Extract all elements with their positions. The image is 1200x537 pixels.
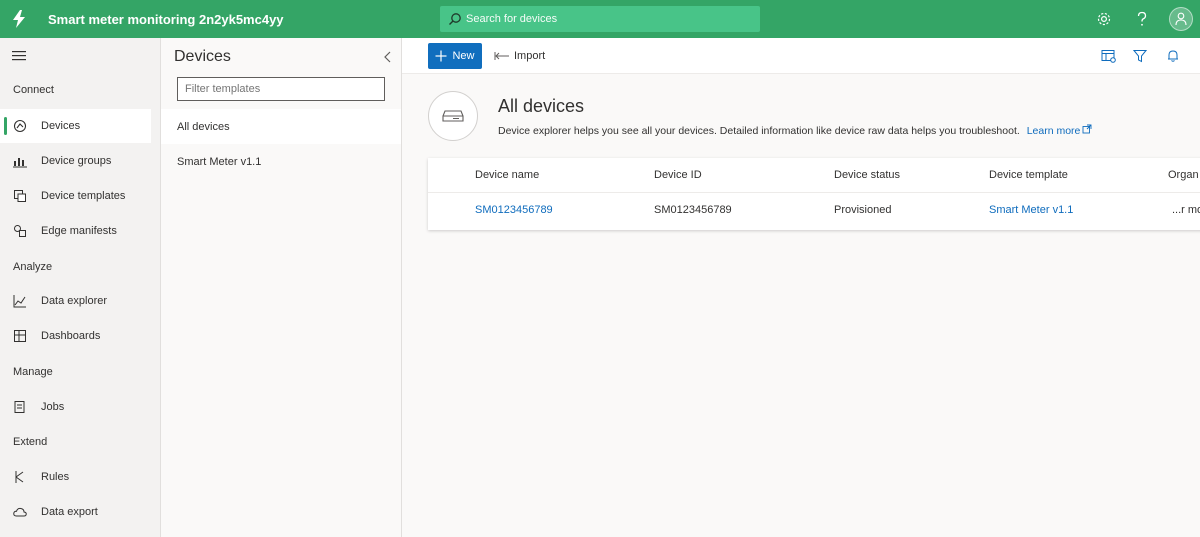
nav-section-analyze: Analyze	[13, 261, 53, 273]
app-title: Smart meter monitoring 2n2yk5mc4yy	[48, 11, 284, 27]
learn-more-link[interactable]: Learn more	[1026, 124, 1093, 137]
lightning-logo-icon[interactable]	[0, 0, 38, 38]
nav-item-devices[interactable]: Devices	[0, 109, 151, 143]
nav-section-manage: Manage	[13, 366, 53, 378]
cell-device-template-link[interactable]: Smart Meter v1.1	[989, 204, 1073, 216]
nav-label-edge-manifests: Edge manifests	[41, 225, 117, 237]
nav-label-device-templates: Device templates	[41, 190, 126, 202]
column-header-device-status[interactable]: Device status	[834, 169, 900, 181]
collapse-chevron-left-icon[interactable]	[381, 50, 395, 64]
edge-manifests-icon	[12, 223, 28, 239]
column-header-device-name[interactable]: Device name	[475, 169, 539, 181]
rules-icon	[12, 469, 28, 485]
nav-item-device-templates[interactable]: Device templates	[0, 179, 151, 213]
plus-icon	[435, 50, 447, 62]
search-input[interactable]: Search for devices	[466, 13, 557, 25]
user-avatar[interactable]	[1169, 7, 1193, 31]
header-divider	[428, 192, 1200, 193]
nav-label-jobs: Jobs	[41, 401, 65, 413]
cell-device-name-link[interactable]: SM0123456789	[475, 204, 553, 216]
device-templates-icon	[12, 188, 28, 204]
devices-table: Device name Device ID Device status Devi…	[428, 158, 1200, 230]
template-item-all-devices[interactable]: All devices	[161, 109, 401, 144]
devices-icon	[12, 118, 28, 134]
cell-organization: ...r mo	[1172, 204, 1200, 216]
column-header-device-id[interactable]: Device ID	[654, 169, 702, 181]
nav-section-extend: Extend	[13, 436, 48, 448]
page-title: All devices	[498, 96, 585, 116]
import-button-label: Import	[514, 50, 546, 62]
cell-device-status: Provisioned	[834, 204, 892, 216]
device-groups-icon	[12, 153, 28, 169]
learn-more-label: Learn more	[1026, 125, 1081, 137]
nav-item-data-export[interactable]: Data export	[0, 495, 151, 529]
search-box[interactable]: Search for devices	[440, 6, 760, 32]
import-button[interactable]: Import	[494, 43, 545, 69]
settings-gear-icon[interactable]	[1094, 9, 1114, 29]
cloud-export-icon	[12, 504, 28, 520]
notification-bell-icon[interactable]	[1165, 48, 1181, 64]
jobs-icon	[12, 399, 28, 415]
main-content: New Import All devices Device explorer h…	[402, 38, 1200, 537]
column-header-device-template[interactable]: Device template	[989, 169, 1068, 181]
column-header-organization[interactable]: Organ	[1168, 169, 1199, 181]
nav-label-dashboards: Dashboards	[41, 330, 101, 342]
nav-item-edge-manifests[interactable]: Edge manifests	[0, 214, 151, 248]
new-button-label: New	[452, 50, 475, 62]
command-bar: New Import	[402, 38, 1200, 74]
nav-item-dashboards[interactable]: Dashboards	[0, 319, 151, 353]
filter-funnel-icon[interactable]	[1132, 48, 1148, 64]
nav-label-data-export: Data export	[41, 506, 98, 518]
import-arrow-icon	[494, 52, 509, 60]
left-navigation: Connect Devices Device groups Device tem…	[0, 38, 161, 537]
nav-section-connect: Connect	[13, 84, 54, 96]
search-icon	[449, 13, 461, 25]
dashboard-grid-icon	[12, 328, 28, 344]
nav-label-rules: Rules	[41, 471, 70, 483]
nav-item-jobs[interactable]: Jobs	[0, 390, 151, 424]
devices-panel-title: Devices	[174, 48, 231, 65]
nav-item-rules[interactable]: Rules	[0, 460, 151, 494]
top-bar: Smart meter monitoring 2n2yk5mc4yy Searc…	[0, 0, 1200, 38]
nav-label-device-groups: Device groups	[41, 155, 112, 167]
line-chart-icon	[12, 293, 28, 309]
nav-item-data-explorer[interactable]: Data explorer	[0, 284, 151, 318]
nav-label-data-explorer: Data explorer	[41, 295, 108, 307]
devices-panel: Devices All devices Smart Meter v1.1	[161, 38, 402, 537]
hamburger-menu-icon[interactable]	[12, 50, 28, 62]
filter-templates-input[interactable]	[177, 77, 385, 101]
template-item-smart-meter[interactable]: Smart Meter v1.1	[161, 144, 401, 179]
description-text: Device explorer helps you see all your d…	[498, 125, 1020, 137]
nav-item-device-groups[interactable]: Device groups	[0, 144, 151, 178]
external-link-icon	[1082, 124, 1092, 134]
page-description: Device explorer helps you see all your d…	[498, 124, 1092, 137]
device-router-icon	[428, 91, 478, 141]
cell-device-id: SM0123456789	[654, 204, 732, 216]
edit-columns-icon[interactable]	[1100, 48, 1116, 64]
help-icon[interactable]	[1132, 9, 1152, 29]
new-button[interactable]: New	[428, 43, 482, 69]
nav-label-devices: Devices	[41, 120, 81, 132]
person-icon	[1175, 12, 1187, 26]
